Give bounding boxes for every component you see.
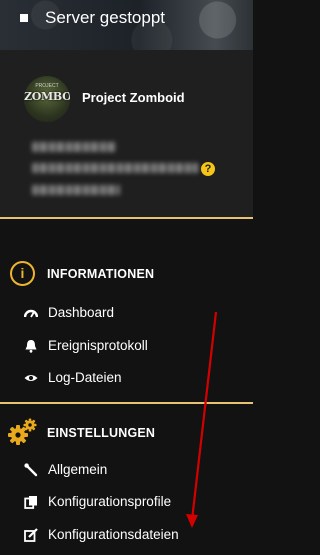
- section-settings: EINSTELLUNGEN: [0, 415, 253, 449]
- nav-item-konfigurationsdateien[interactable]: Konfigurationsdateien: [0, 524, 253, 548]
- nav-item-dashboard[interactable]: Dashboard: [0, 302, 253, 326]
- nav-label-allgemein: Allgemein: [48, 462, 108, 477]
- edit-icon: [24, 528, 38, 542]
- nav-label-konfigurationsprofile: Konfigurationsprofile: [48, 494, 172, 509]
- section-divider: [0, 217, 253, 219]
- nav-label-konfigurationsdateien: Konfigurationsdateien: [48, 527, 179, 542]
- server-status-bar: Server gestoppt: [0, 0, 253, 50]
- blurred-server-detail-3: [32, 185, 120, 195]
- nav-item-ereignisprotokoll[interactable]: Ereignisprotokoll: [0, 335, 253, 359]
- bell-icon: [25, 340, 37, 353]
- blurred-server-detail-2: [32, 163, 198, 173]
- blurred-server-detail-1: [32, 142, 116, 152]
- nav-item-allgemein[interactable]: Allgemein: [0, 459, 253, 483]
- section-information: i INFORMATIONEN: [0, 258, 253, 292]
- avatar-logo-text: ZOMBOID: [24, 90, 70, 103]
- nav-item-log-dateien[interactable]: Log-Dateien: [0, 367, 253, 391]
- nav-label-ereignisprotokoll: Ereignisprotokoll: [48, 338, 148, 353]
- copy-icon: [24, 496, 37, 509]
- gears-icon: [8, 418, 37, 445]
- server-name: Project Zomboid: [82, 90, 185, 105]
- wrench-icon: [24, 463, 38, 477]
- server-info-card: PROJECT ZOMBOID Project Zomboid ?: [0, 50, 253, 217]
- nav-label-dashboard: Dashboard: [48, 305, 115, 320]
- help-icon[interactable]: ?: [201, 162, 215, 176]
- nav-label-log-dateien: Log-Dateien: [48, 370, 122, 385]
- server-status-text: Server gestoppt: [45, 8, 166, 27]
- section-divider: [0, 402, 253, 404]
- nav-item-konfigurationsprofile[interactable]: Konfigurationsprofile: [0, 491, 253, 515]
- section-title-information: INFORMATIONEN: [47, 267, 155, 281]
- info-icon: i: [10, 261, 35, 286]
- gauge-icon: [24, 309, 38, 318]
- section-title-settings: EINSTELLUNGEN: [47, 426, 156, 440]
- server-avatar: PROJECT ZOMBOID: [24, 76, 70, 122]
- avatar-small-text: PROJECT: [35, 83, 59, 89]
- eye-icon: [24, 375, 38, 381]
- status-indicator-icon: [20, 14, 28, 22]
